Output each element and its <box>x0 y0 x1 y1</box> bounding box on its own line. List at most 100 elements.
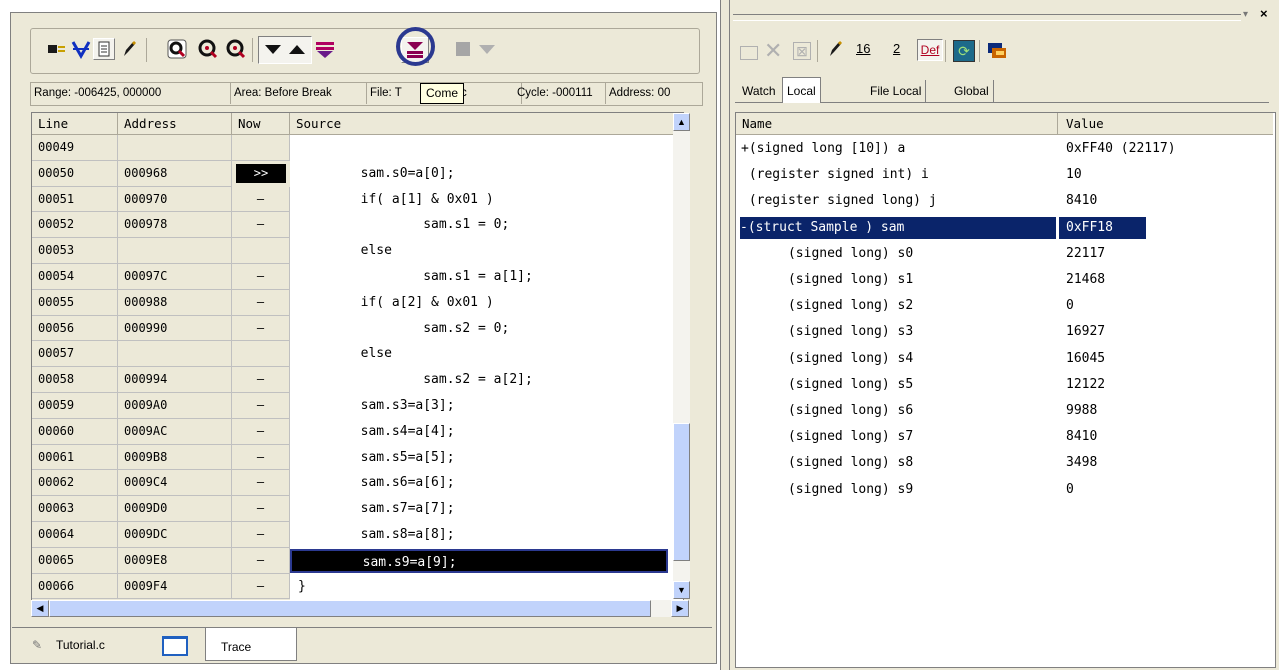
watch-header-name[interactable]: Name <box>736 113 1058 135</box>
table-row[interactable]: 00054 00097C – sam.s1 = a[1]; <box>32 264 683 290</box>
watch-row-value[interactable]: 9988 <box>1066 398 1097 424</box>
scroll-left-button[interactable]: ◀ <box>31 600 49 617</box>
table-row[interactable]: 00053 else <box>32 238 683 264</box>
default-radix-button[interactable]: Def <box>917 39 943 61</box>
table-row[interactable]: 00052 000978– sam.s1 = 0; <box>32 212 683 239</box>
table-row[interactable]: 00050 000968 >> sam.s0=a[0]; <box>32 160 683 187</box>
highlight-circle <box>396 27 435 66</box>
tab-local[interactable]: Local <box>782 77 821 103</box>
jump-up-icon[interactable] <box>314 38 336 60</box>
arrow-up-icon[interactable] <box>286 38 308 60</box>
arrow-down-icon[interactable] <box>262 38 284 60</box>
table-row[interactable]: 00063 0009D0– sam.s7=a[7]; <box>32 496 683 522</box>
tab-trace[interactable]: Trace <box>205 628 297 661</box>
scroll-thumb[interactable] <box>673 423 690 561</box>
now-cell: – <box>232 393 290 419</box>
watch-row-value[interactable]: 0 <box>1066 477 1074 503</box>
watch-row-value[interactable]: 0xFF40 (22117) <box>1066 136 1176 162</box>
col-header-address[interactable]: Address <box>118 113 232 135</box>
line-cell: 00056 <box>32 315 118 342</box>
file-label: File: T <box>370 87 402 99</box>
col-header-source[interactable]: Source <box>290 113 683 135</box>
watch-row-value[interactable]: 21468 <box>1066 267 1105 293</box>
select-icon[interactable] <box>46 38 68 60</box>
watch-row-name[interactable]: (signed long) s5 <box>741 372 913 398</box>
table-row[interactable]: 00065 0009E8– sam.s9=a[9]; <box>32 547 683 574</box>
table-row[interactable]: 00066 0009F4–} <box>32 573 683 600</box>
pencil-icon[interactable] <box>118 38 140 60</box>
watch-row-name-selected[interactable]: -(struct Sample ) sam <box>740 216 1056 239</box>
watch-row-value[interactable]: 3498 <box>1066 450 1097 476</box>
watch-row-value[interactable]: 0 <box>1066 293 1074 319</box>
watch-row-name[interactable]: (signed long) s2 <box>741 293 913 319</box>
watch-row-name[interactable]: (signed long) s0 <box>741 241 913 267</box>
col-header-now[interactable]: Now <box>232 113 290 135</box>
watch-row-name[interactable]: (signed long) s6 <box>741 398 913 424</box>
tab-file-local[interactable]: File Local <box>866 80 927 102</box>
close-icon[interactable]: × <box>1260 7 1274 21</box>
disabled-down-icon <box>476 38 498 60</box>
line-cell: 00065 <box>32 547 118 574</box>
watch-row-name[interactable]: (signed long) s3 <box>741 319 913 345</box>
watch-row-name[interactable]: (signed long) s8 <box>741 450 913 476</box>
h-scroll-thumb[interactable] <box>49 600 651 617</box>
current-source-line: sam.s9=a[9]; <box>290 548 668 573</box>
watch-header-value[interactable]: Value <box>1058 113 1273 135</box>
horizontal-scrollbar[interactable]: ◀ ▶ <box>31 600 690 617</box>
watch-row-value[interactable]: 16045 <box>1066 346 1105 372</box>
table-row[interactable]: 00057 else <box>32 341 683 368</box>
scroll-right-button[interactable]: ▶ <box>671 600 689 617</box>
page-icon[interactable] <box>93 38 115 60</box>
now-cell <box>232 341 290 368</box>
line-cell: 00050 <box>32 160 118 187</box>
table-row[interactable]: 00059 0009A0– sam.s3=a[3]; <box>32 393 683 419</box>
watch-row-name[interactable]: (register signed long) j <box>741 188 937 214</box>
table-row[interactable]: 00064 0009DC – sam.s8=a[8]; <box>32 522 683 548</box>
file-label-tail: c <box>458 83 522 104</box>
dec-radix-button[interactable]: 2 <box>893 41 900 56</box>
tab-watch[interactable]: Watch <box>738 80 780 102</box>
minimize-icon[interactable]: ▾ <box>1243 9 1255 21</box>
table-row[interactable]: 00049 <box>32 135 683 161</box>
watch-row-value[interactable]: 12122 <box>1066 372 1105 398</box>
watch-row-name[interactable]: (signed long) s7 <box>741 424 913 450</box>
table-row[interactable]: 00055 000988– if( a[2] & 0x01 ) <box>32 289 683 316</box>
watch-row-name[interactable]: (signed long) s9 <box>741 477 913 503</box>
watch-row-name[interactable]: (register signed int) i <box>741 162 929 188</box>
hex-radix-button[interactable]: 16 <box>856 41 870 56</box>
address-cell: 0009E8 <box>118 547 232 574</box>
search-icon[interactable] <box>166 38 188 60</box>
scroll-down-button[interactable]: ▼ <box>673 581 690 599</box>
now-cell: >> <box>236 163 286 183</box>
table-row[interactable]: 00051 000970– if( a[1] & 0x01 ) <box>32 186 683 213</box>
table-row[interactable]: 00058 000994– sam.s2 = a[2]; <box>32 367 683 393</box>
col-header-line[interactable]: Line <box>32 113 118 135</box>
address-cell: 0009DC <box>118 522 232 548</box>
table-row[interactable]: 00061 0009B8– sam.s5=a[5]; <box>32 444 683 471</box>
watch-row-value[interactable]: 8410 <box>1066 424 1097 450</box>
refresh-icon[interactable]: ⟳ <box>953 40 975 62</box>
table-row[interactable]: 00062 0009C4– sam.s6=a[6]; <box>32 470 683 497</box>
watch-row-value[interactable]: 10 <box>1066 162 1082 188</box>
table-row[interactable]: 00060 0009AC – sam.s4=a[4]; <box>32 418 683 445</box>
tab-tutorial-c[interactable]: ✎ Tutorial.c <box>22 634 188 658</box>
watch-row-name[interactable]: (signed long) s4 <box>741 346 913 372</box>
table-row[interactable]: 00056 000990– sam.s2 = 0; <box>32 315 683 342</box>
watch-row-value[interactable]: 22117 <box>1066 241 1105 267</box>
pane-splitter[interactable] <box>720 0 730 670</box>
search-next-icon[interactable] <box>224 38 246 60</box>
watch-row-value[interactable]: 8410 <box>1066 188 1097 214</box>
register-icon[interactable] <box>987 42 1009 63</box>
edit-value-icon[interactable] <box>827 40 843 61</box>
watch-row-name[interactable]: +(signed long [10]) a <box>741 136 905 162</box>
address-cell: 0009AC <box>118 418 232 445</box>
watch-row-name[interactable]: (signed long) s1 <box>741 267 913 293</box>
watch-row-value[interactable]: 16927 <box>1066 319 1105 345</box>
scroll-up-button[interactable]: ▲ <box>673 113 690 131</box>
vertical-scrollbar[interactable]: ▲ ▼ <box>673 113 690 599</box>
filter-icon[interactable] <box>70 38 92 60</box>
watch-row-value-selected[interactable]: 0xFF18 <box>1059 216 1146 239</box>
now-cell: – <box>232 418 290 445</box>
search-prev-icon[interactable] <box>196 38 218 60</box>
tab-global[interactable]: Global <box>950 80 994 102</box>
